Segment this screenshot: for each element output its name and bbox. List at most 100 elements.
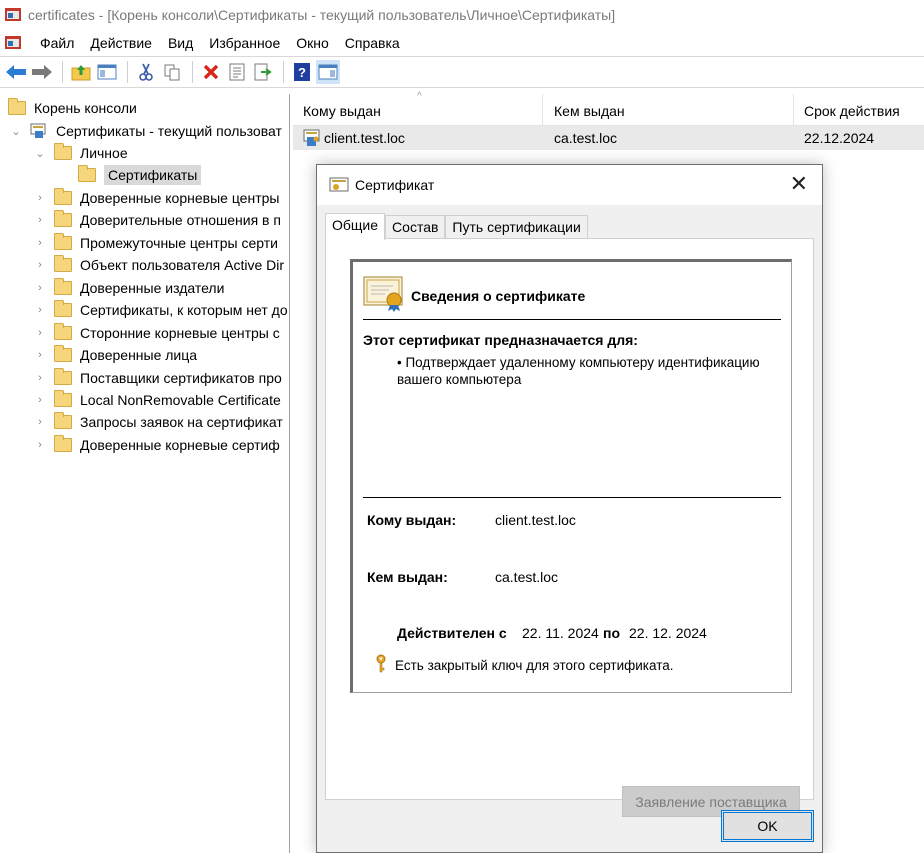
tree-item-enrollment-requests[interactable]: › Запросы заявок на сертификат (34, 411, 283, 433)
folder-icon (54, 255, 72, 272)
divider (363, 319, 781, 320)
folder-icon (54, 368, 72, 385)
delete-icon[interactable] (199, 60, 223, 84)
column-header-expiration[interactable]: Срок действия (794, 94, 924, 126)
chevron-right-icon[interactable]: › (34, 394, 46, 406)
tree-item-personal[interactable]: ⌄ Личное (34, 142, 128, 164)
tree-item-cert-store[interactable]: ⌄ Сертификаты - текущий пользоват (10, 120, 282, 142)
menu-file[interactable]: Файл (32, 30, 82, 56)
issued-to-label: Кому выдан: (367, 512, 457, 528)
purpose-item: • Подтверждает удаленному компьютеру иде… (397, 355, 760, 387)
folder-icon (54, 435, 72, 452)
folder-icon (54, 300, 72, 317)
chevron-right-icon[interactable]: › (34, 192, 46, 204)
chevron-right-icon[interactable]: › (34, 349, 46, 361)
folder-icon (54, 233, 72, 250)
menu-window[interactable]: Окно (288, 30, 337, 56)
sort-ascending-icon: ^ (417, 91, 422, 102)
chevron-right-icon[interactable]: › (34, 416, 46, 428)
chevron-right-icon[interactable]: › (34, 237, 46, 249)
tree-item-smartcard-trusted-roots[interactable]: › Доверенные корневые сертиф (34, 434, 280, 456)
tree-item-third-party-root[interactable]: › Сторонние корневые центры с (34, 322, 280, 344)
mmc-menu-icon[interactable] (4, 34, 22, 52)
help-icon[interactable]: ? (290, 60, 314, 84)
column-header-label: Кому выдан (303, 103, 381, 119)
copy-icon[interactable] (160, 60, 184, 84)
chevron-right-icon[interactable]: › (34, 327, 46, 339)
tree-item-trusted-people[interactable]: › Доверенные лица (34, 344, 197, 366)
properties-icon[interactable] (225, 60, 249, 84)
tree-item-label: Доверенные издатели (80, 280, 225, 296)
close-icon[interactable]: ✕ (790, 173, 808, 195)
tree-item-label: Поставщики сертификатов про (80, 370, 282, 386)
chevron-right-icon[interactable]: › (34, 259, 46, 271)
tree-item-label: Доверенные корневые центры (80, 190, 280, 206)
up-folder-icon[interactable] (69, 60, 93, 84)
tab-details[interactable]: Состав (385, 215, 446, 239)
action-pane-icon[interactable] (316, 60, 340, 84)
tree-item-label: Личное (80, 145, 128, 161)
tree-item-label: Доверенные лица (80, 347, 198, 363)
certificate-icon (363, 276, 405, 312)
chevron-down-icon[interactable]: ⌄ (10, 125, 22, 138)
tree-item-untrusted[interactable]: › Сертификаты, к которым нет до (34, 299, 288, 321)
tree-item-certificates[interactable]: Сертификаты (78, 164, 202, 186)
tree-item-intermediate-ca[interactable]: › Промежуточные центры серти (34, 232, 278, 254)
folder-icon (54, 210, 72, 227)
mmc-app-icon (4, 6, 22, 24)
certificate-dialog: Сертификат ✕ Общие Состав Путь сертифика… (316, 164, 823, 853)
tree-item-ad-user-object[interactable]: › Объект пользователя Active Dir (34, 254, 284, 276)
tab-general[interactable]: Общие (325, 213, 386, 240)
tree-item-label: Сертификаты - текущий пользоват (56, 123, 282, 139)
column-header-issued-by[interactable]: Кем выдан (544, 94, 794, 126)
dialog-tabs: Общие Состав Путь сертификации (325, 213, 588, 240)
dialog-titlebar: Сертификат ✕ (317, 165, 822, 205)
column-header-label: Срок действия (804, 103, 900, 119)
show-hide-tree-icon[interactable] (95, 60, 119, 84)
cut-icon[interactable] (134, 60, 158, 84)
menu-favorites[interactable]: Избранное (201, 30, 288, 56)
table-row[interactable]: client.test.loc ca.test.loc 22.12.2024 (293, 126, 924, 150)
tree-item-enterprise-trust[interactable]: › Доверительные отношения в п (34, 209, 281, 231)
chevron-right-icon[interactable]: › (34, 304, 46, 316)
back-arrow-icon[interactable] (4, 60, 28, 84)
chevron-right-icon[interactable]: › (34, 372, 46, 384)
menu-view[interactable]: Вид (160, 30, 201, 56)
certificate-info-box: Сведения о сертификате Этот сертификат п… (350, 259, 792, 693)
divider (363, 497, 781, 498)
chevron-right-icon[interactable]: › (34, 214, 46, 226)
export-list-icon[interactable] (251, 60, 275, 84)
folder-icon (54, 345, 72, 362)
tab-certification-path[interactable]: Путь сертификации (445, 215, 588, 239)
menu-help[interactable]: Справка (337, 30, 408, 56)
tree-item-trusted-publishers[interactable]: › Доверенные издатели (34, 277, 224, 299)
tree-item-trusted-root[interactable]: › Доверенные корневые центры (34, 187, 279, 209)
folder-icon (54, 412, 72, 429)
window-title: certificates - [Корень консоли\Сертифика… (28, 7, 616, 23)
forward-arrow-icon[interactable] (30, 60, 54, 84)
folder-icon (54, 390, 72, 407)
tree-item-label: Промежуточные центры серти (80, 235, 278, 251)
key-icon (375, 654, 387, 674)
ok-button[interactable]: OK (721, 810, 814, 842)
column-header-label: Кем выдан (554, 103, 625, 119)
tree-item-label: Объект пользователя Active Dir (80, 257, 285, 273)
column-header-issued-to[interactable]: Кому выдан ^ (293, 91, 543, 126)
chevron-right-icon[interactable]: › (34, 439, 46, 451)
folder-icon (54, 323, 72, 340)
tree-item-cert-providers[interactable]: › Поставщики сертификатов про (34, 367, 282, 389)
chevron-down-icon[interactable]: ⌄ (34, 147, 46, 160)
valid-to-label: по (603, 625, 621, 641)
cell-issued-by: ca.test.loc (554, 130, 618, 146)
folder-open-icon (78, 165, 96, 182)
tree-item-console-root[interactable]: Корень консоли (8, 97, 137, 119)
valid-to-value: 22. 12. 2024 (629, 625, 707, 641)
tree-item-label: Запросы заявок на сертификат (80, 414, 283, 430)
certificate-icon (329, 177, 349, 193)
dialog-title: Сертификат (355, 177, 435, 193)
tree-item-local-nonremovable[interactable]: › Local NonRemovable Certificate (34, 389, 281, 411)
menu-bar: Файл Действие Вид Избранное Окно Справка (0, 30, 924, 56)
tree-item-label: Сертификаты (104, 165, 202, 185)
menu-action[interactable]: Действие (82, 30, 160, 56)
chevron-right-icon[interactable]: › (34, 282, 46, 294)
